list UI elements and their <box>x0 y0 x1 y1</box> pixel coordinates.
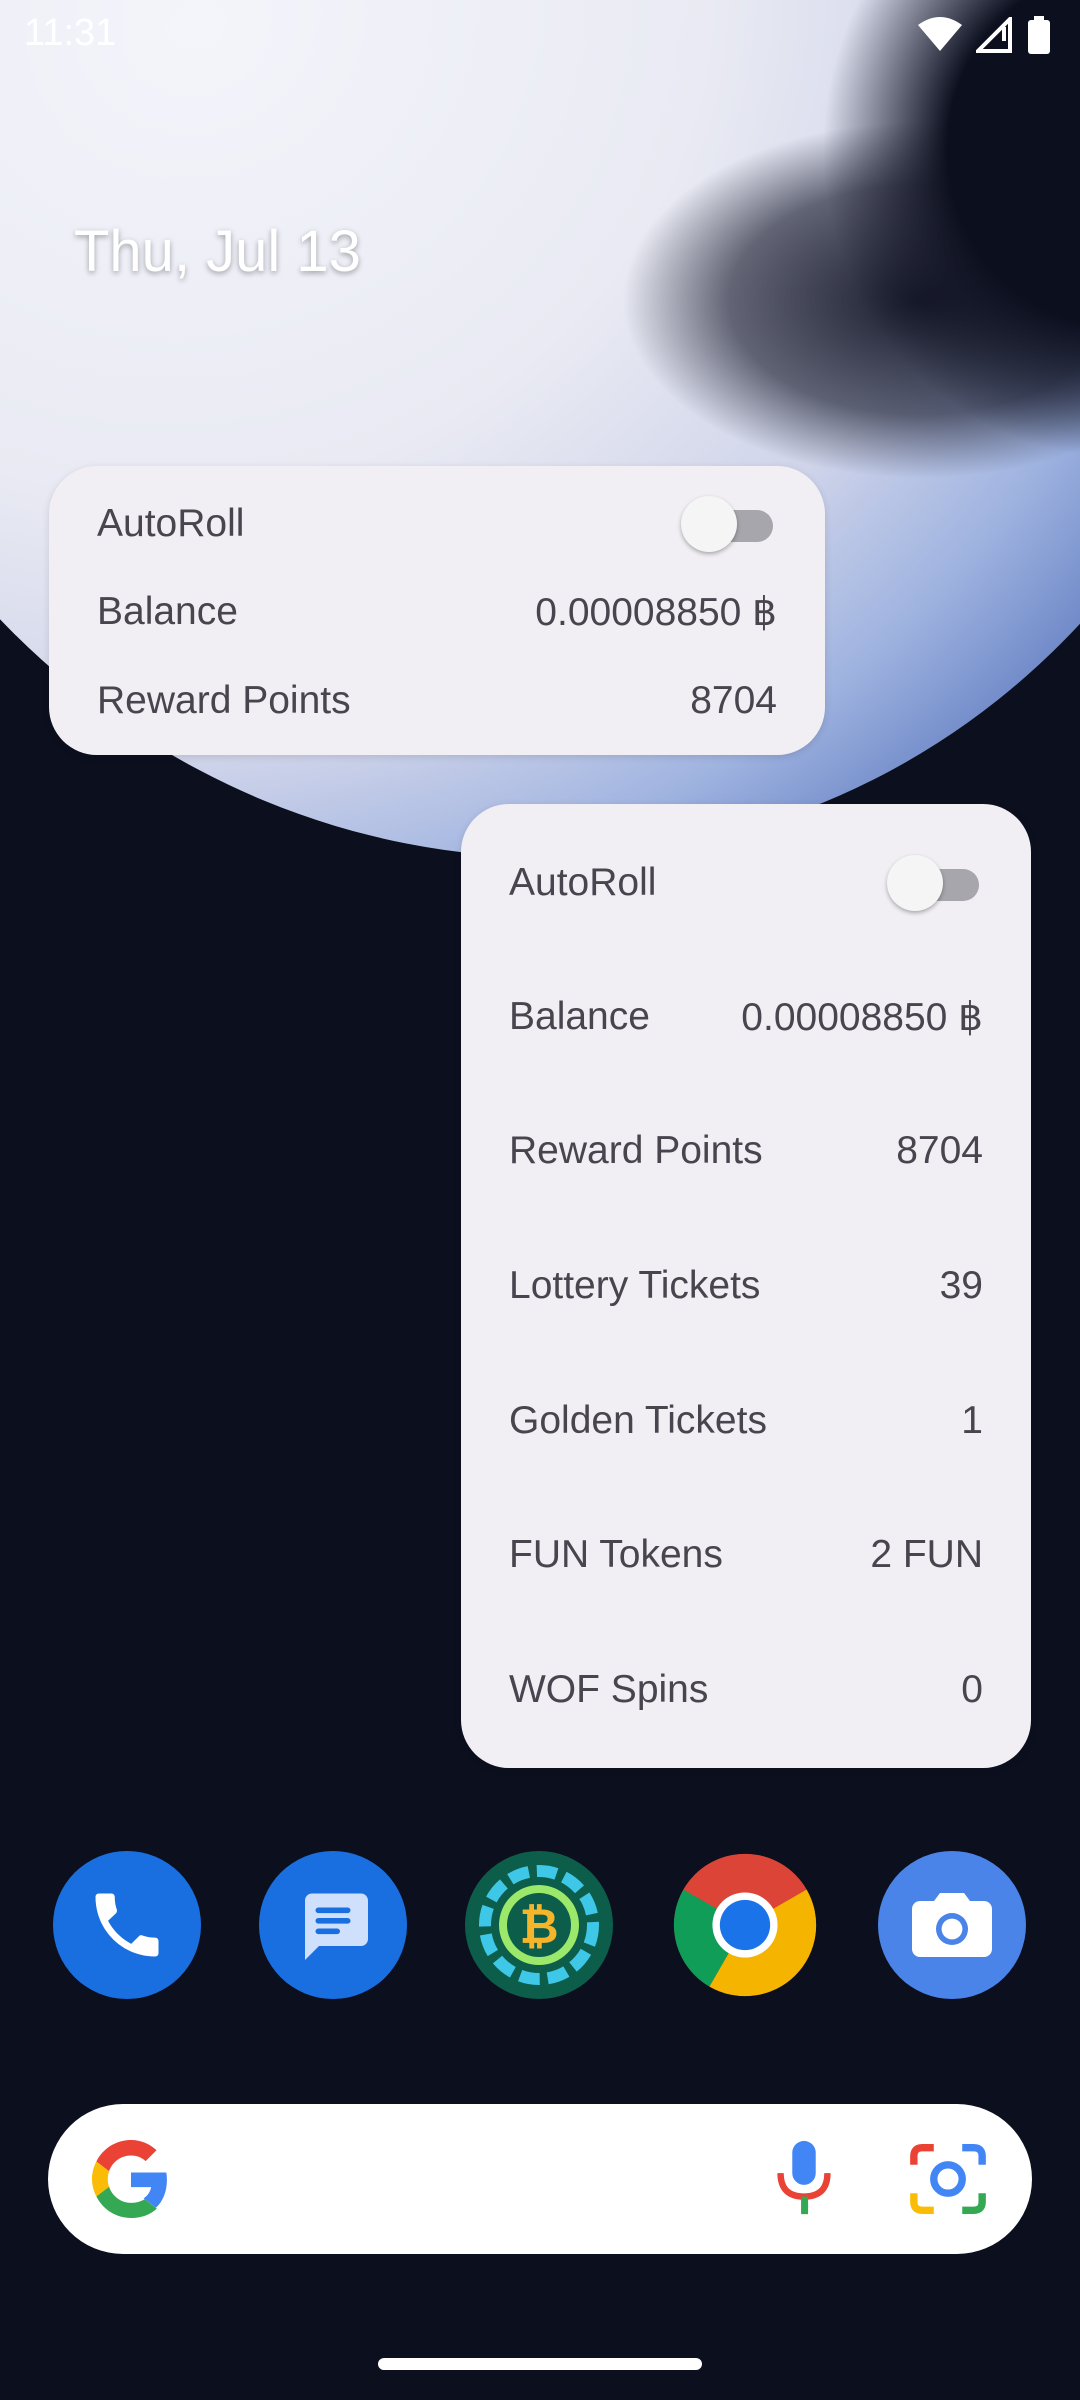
messages-icon <box>305 1893 368 1960</box>
bitcoin-faucet-app-icon[interactable]: ₿ <box>465 1851 613 1999</box>
widget-row-autoroll: AutoRoll <box>97 494 777 554</box>
reward-points-value: 8704 <box>896 1129 983 1172</box>
wof-spins-label: WOF Spins <box>509 1668 709 1711</box>
faucet-widget-large[interactable]: AutoRoll Balance 0.00008850 ฿ Reward Poi… <box>461 804 1031 1768</box>
balance-value: 0.00008850 ฿ <box>741 995 983 1039</box>
lottery-tickets-label: Lottery Tickets <box>509 1264 761 1307</box>
reward-points-value: 8704 <box>690 679 777 722</box>
chrome-app-icon[interactable] <box>671 1851 819 1999</box>
google-logo-icon <box>92 2140 167 2218</box>
bitcoin-app-icon: ₿ <box>479 1865 599 1985</box>
camera-app-icon[interactable] <box>878 1851 1026 1999</box>
mic-icon[interactable] <box>768 2138 840 2220</box>
faucet-widget-small[interactable]: AutoRoll Balance 0.00008850 ฿ Reward Poi… <box>49 466 825 755</box>
widget-row-lottery-tickets: Lottery Tickets 39 <box>509 1256 983 1316</box>
svg-text:₿: ₿ <box>519 1899 558 1955</box>
widget-row-autoroll: AutoRoll <box>509 853 983 913</box>
balance-label: Balance <box>509 995 650 1038</box>
chrome-icon <box>673 1853 817 1997</box>
widget-row-balance: Balance 0.00008850 ฿ <box>509 987 983 1047</box>
golden-tickets-label: Golden Tickets <box>509 1399 767 1442</box>
phone-icon <box>95 1893 159 1957</box>
widget-row-reward-points: Reward Points 8704 <box>97 671 777 731</box>
widget-row-fun-tokens: FUN Tokens 2 FUN <box>509 1525 983 1585</box>
phone-app-icon[interactable] <box>53 1851 201 1999</box>
autoroll-toggle[interactable] <box>887 855 983 911</box>
reward-points-label: Reward Points <box>509 1129 763 1172</box>
fun-tokens-label: FUN Tokens <box>509 1533 723 1576</box>
fun-tokens-value: 2 FUN <box>870 1533 983 1576</box>
wof-spins-value: 0 <box>961 1668 983 1711</box>
camera-icon <box>912 1893 992 1957</box>
golden-tickets-value: 1 <box>961 1399 983 1442</box>
cell-signal-icon <box>976 17 1012 53</box>
messages-app-icon[interactable] <box>259 1851 407 1999</box>
battery-icon <box>1028 16 1050 54</box>
widget-row-wof-spins: WOF Spins 0 <box>509 1660 983 1720</box>
status-bar: 11:31 <box>0 0 1080 70</box>
status-icons <box>918 16 1050 54</box>
autoroll-toggle[interactable] <box>681 496 777 552</box>
balance-value: 0.00008850 ฿ <box>535 590 777 634</box>
autoroll-label: AutoRoll <box>509 861 657 904</box>
widget-row-golden-tickets: Golden Tickets 1 <box>509 1391 983 1451</box>
lens-icon[interactable] <box>908 2142 988 2216</box>
reward-points-label: Reward Points <box>97 679 351 722</box>
status-time: 11:31 <box>24 12 117 54</box>
wifi-icon <box>918 17 962 51</box>
google-search-bar[interactable] <box>48 2104 1032 2254</box>
gesture-nav-handle[interactable] <box>378 2358 702 2370</box>
widget-row-balance: Balance 0.00008850 ฿ <box>97 582 777 642</box>
autoroll-label: AutoRoll <box>97 502 245 545</box>
widget-row-reward-points: Reward Points 8704 <box>509 1121 983 1181</box>
home-date[interactable]: Thu, Jul 13 <box>74 218 361 285</box>
lottery-tickets-value: 39 <box>939 1264 983 1307</box>
balance-label: Balance <box>97 590 238 633</box>
